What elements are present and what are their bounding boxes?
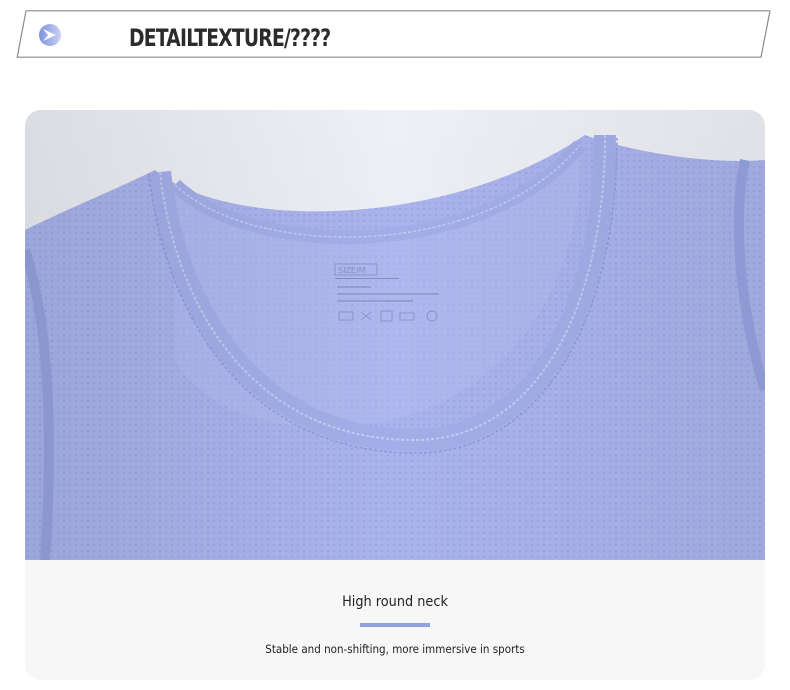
section-title: DETAILTEXTURE/???? [129,24,331,52]
feature-card: SIZE/M High round neck Stable and non-sh… [25,110,765,680]
size-label: SIZE/M [338,266,366,275]
caption-area: High round neck Stable and non-shifting,… [25,560,765,680]
chevron-circle-icon [39,24,61,46]
title-underline [360,623,430,627]
product-photo: SIZE/M [25,110,765,560]
feature-title: High round neck [342,594,448,610]
feature-description: Stable and non-shifting, more immersive … [265,642,525,656]
section-header: DETAILTEXTURE/???? [16,10,772,58]
